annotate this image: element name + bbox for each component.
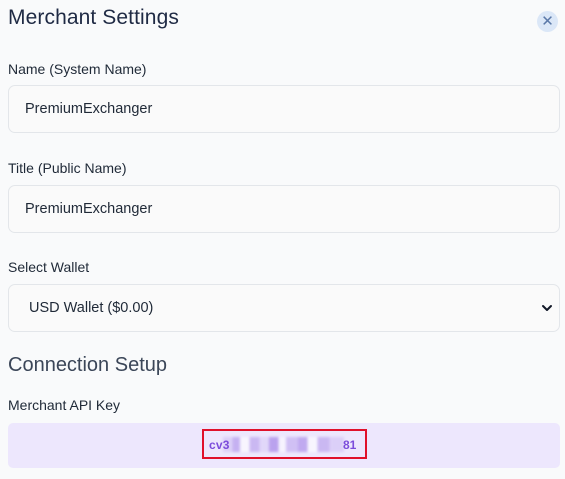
modal-title: Merchant Settings: [8, 6, 179, 29]
chevron-down-icon: [542, 305, 552, 311]
connection-setup-heading: Connection Setup: [8, 354, 168, 376]
merchant-settings-panel: Merchant Settings ✕ Name (System Name) T…: [0, 0, 565, 479]
wallet-label: Select Wallet: [8, 259, 90, 275]
api-key-suffix: 81: [343, 438, 357, 452]
name-label: Name (System Name): [8, 61, 147, 77]
close-button[interactable]: ✕: [537, 11, 558, 32]
title-input[interactable]: [8, 185, 560, 233]
api-key-label: Merchant API Key: [8, 397, 121, 413]
api-key-display[interactable]: cv3 81: [8, 423, 560, 468]
api-key-highlight: cv3 81: [202, 429, 367, 459]
wallet-select[interactable]: USD Wallet ($0.00): [8, 284, 560, 332]
wallet-select-value: USD Wallet ($0.00): [29, 300, 154, 316]
name-input[interactable]: [8, 85, 560, 133]
title-label: Title (Public Name): [8, 160, 127, 176]
api-key-redacted: [223, 437, 344, 452]
close-icon: ✕: [541, 12, 554, 30]
